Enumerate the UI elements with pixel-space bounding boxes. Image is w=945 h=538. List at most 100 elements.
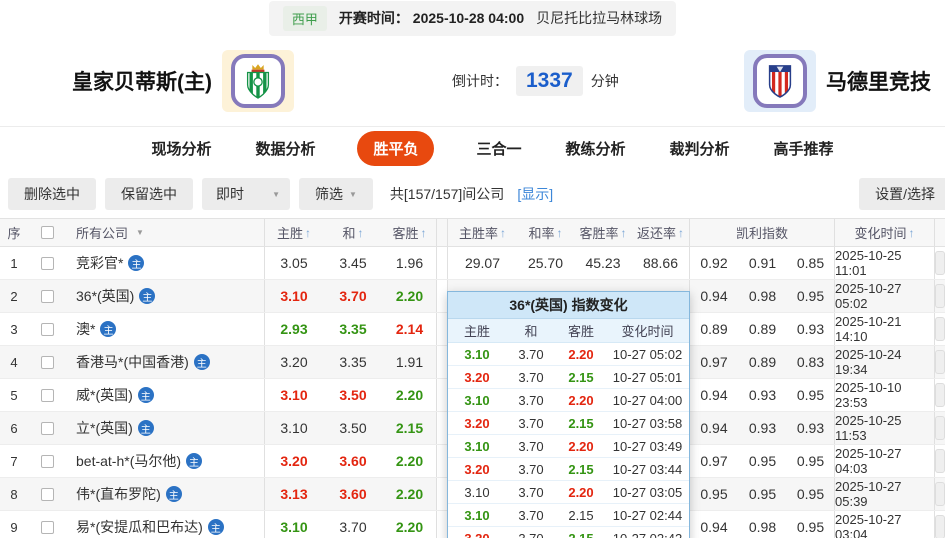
row-checkbox[interactable] — [40, 454, 54, 468]
company-cell[interactable]: bet-at-h*(马尔他) 主 — [66, 445, 265, 477]
company-cell[interactable]: 36*(英国) 主 — [66, 280, 265, 312]
tab-live-analysis[interactable]: 现场分析 — [149, 131, 213, 166]
row-action-button[interactable] — [935, 284, 945, 308]
sort-up-icon: ↑ — [357, 225, 364, 240]
row-action-button[interactable] — [935, 251, 945, 275]
row-action-button[interactable] — [935, 317, 945, 341]
popup-change-time: 10-27 05:02 — [612, 346, 683, 362]
row-checkbox[interactable] — [40, 520, 54, 534]
main-badge-icon: 主 — [186, 453, 203, 469]
popup-change-time: 10-27 03:05 — [612, 484, 683, 500]
company-cell[interactable]: 威*(英国) 主 — [66, 379, 265, 411]
odds-draw: 3.70 — [339, 519, 367, 535]
away-team-name: 马德里竞技 — [826, 71, 931, 94]
company-cell[interactable]: 竞彩官* 主 — [66, 247, 265, 279]
popup-odds-draw: 3.70 — [518, 507, 544, 523]
company-cell[interactable]: 伟*(直布罗陀) 主 — [66, 478, 265, 510]
kelly-away: 0.83 — [787, 346, 835, 378]
table-row[interactable]: 1 竞彩官* 主 3.05 3.45 1.96 29.07 25.70 45.23… — [0, 247, 945, 280]
row-action — [935, 379, 945, 411]
main-badge-icon: 主 — [128, 255, 145, 271]
change-time: 2025-10-27 04:03 — [835, 445, 935, 477]
league-badge: 西甲 — [282, 5, 327, 31]
odds-home: 3.20 — [280, 354, 308, 370]
kelly-away: 0.95 — [787, 511, 835, 538]
toolbar: 删除选中 保留选中 即时 ▼ 筛选 ▼ 共[157/157]间公司 [显示] 设… — [0, 170, 945, 218]
company-cell[interactable]: 立*(英国) 主 — [66, 412, 265, 444]
row-action-button[interactable] — [935, 416, 945, 440]
row-action-button[interactable] — [935, 449, 945, 473]
main-badge-icon: 主 — [137, 420, 154, 436]
tab-data-analysis[interactable]: 数据分析 — [253, 131, 317, 166]
caret-down-icon: ▼ — [349, 189, 357, 199]
row-action — [935, 346, 945, 378]
row-action-button[interactable] — [935, 350, 945, 374]
header-draw-odds[interactable]: 和 ↑ — [323, 219, 383, 246]
header-draw-rate[interactable]: 和率 ↑ — [517, 219, 574, 246]
row-checkbox[interactable] — [40, 322, 54, 336]
row-checkbox[interactable] — [40, 289, 54, 303]
row-checkbox[interactable] — [40, 421, 54, 435]
row-action-button[interactable] — [935, 515, 945, 538]
header-return-rate[interactable]: 返还率 ↑ — [632, 219, 690, 246]
row-checkbox[interactable] — [40, 256, 54, 270]
kelly-home: 0.92 — [700, 255, 728, 271]
odds-draw: 3.50 — [339, 420, 367, 436]
odds-away: 1.96 — [383, 247, 437, 279]
odds-draw: 3.45 — [339, 255, 367, 271]
betis-shield-icon — [246, 64, 270, 99]
company-cell[interactable]: 易*(安提瓜和巴布达) 主 — [66, 511, 265, 538]
tab-coach-analysis[interactable]: 教练分析 — [564, 131, 628, 166]
odds-change-popup: 36*(英国) 指数变化 主胜 和 客胜 变化时间 3.10 3.70 2.20… — [447, 291, 690, 538]
header-away-odds[interactable]: 客胜 ↑ — [383, 219, 437, 246]
odds-draw: 3.50 — [339, 387, 367, 403]
tab-expert-picks[interactable]: 高手推荐 — [772, 131, 836, 166]
row-checkbox[interactable] — [40, 388, 54, 402]
row-checkbox[interactable] — [40, 487, 54, 501]
popup-header: 主胜 和 客胜 变化时间 — [448, 319, 689, 343]
instant-odds-select[interactable]: 即时 ▼ — [202, 178, 290, 210]
header-change-time[interactable]: 变化时间 ↑ — [835, 219, 935, 246]
gap — [437, 478, 447, 510]
popup-row: 3.10 3.70 2.20 10-27 04:00 — [448, 389, 689, 412]
company-cell[interactable]: 澳* 主 — [66, 313, 265, 345]
tab-referee-analysis[interactable]: 裁判分析 — [668, 131, 732, 166]
odds-home: 3.10 — [280, 519, 308, 535]
header-home-rate[interactable]: 主胜率 ↑ — [447, 219, 517, 246]
show-link[interactable]: [显示] — [517, 184, 553, 204]
change-time: 2025-10-10 23:53 — [835, 379, 935, 411]
row-action — [935, 445, 945, 477]
gap — [437, 511, 447, 538]
popup-change-time: 10-27 02:44 — [612, 507, 683, 523]
row-checkbox[interactable] — [40, 355, 54, 369]
popup-change-time: 10-27 03:44 — [612, 461, 683, 477]
select-all-checkbox[interactable] — [40, 226, 54, 239]
tab-three-in-one[interactable]: 三合一 — [474, 131, 523, 166]
kelly-home: 0.97 — [700, 453, 728, 469]
keep-selected-button[interactable]: 保留选中 — [105, 178, 193, 210]
kelly-away: 0.95 — [787, 280, 835, 312]
row-seq: 2 — [10, 288, 18, 304]
popup-change-time: 10-27 03:58 — [612, 415, 683, 431]
tab-win-draw-lose[interactable]: 胜平负 — [357, 131, 435, 166]
odds-away: 2.15 — [383, 412, 437, 444]
filter-button[interactable]: 筛选 ▼ — [299, 178, 373, 210]
away-team-block: 马德里竞技 — [744, 50, 931, 112]
header-home-odds[interactable]: 主胜 ↑ — [265, 219, 323, 246]
header-away-rate[interactable]: 客胜率 ↑ — [574, 219, 632, 246]
delete-selected-button[interactable]: 删除选中 — [8, 178, 96, 210]
company-name: 伟*(直布罗陀) — [76, 486, 161, 502]
row-action-button[interactable] — [935, 482, 945, 506]
company-cell[interactable]: 香港马*(中国香港) 主 — [66, 346, 265, 378]
home-team-name: 皇家贝蒂斯(主) — [72, 71, 212, 94]
header-company[interactable]: 所有公司 ▼ — [66, 219, 265, 246]
row-action-button[interactable] — [935, 383, 945, 407]
caret-down-icon: ▼ — [272, 189, 280, 199]
popup-odds-home: 3.20 — [464, 461, 490, 477]
rate-home: 29.07 — [447, 247, 517, 279]
countdown: 倒计时： 1337 分钟 — [452, 66, 619, 96]
company-name: 威*(英国) — [76, 387, 133, 403]
row-action — [935, 511, 945, 538]
popup-odds-home: 3.20 — [464, 415, 490, 431]
settings-button[interactable]: 设置/选择 — [859, 178, 945, 210]
